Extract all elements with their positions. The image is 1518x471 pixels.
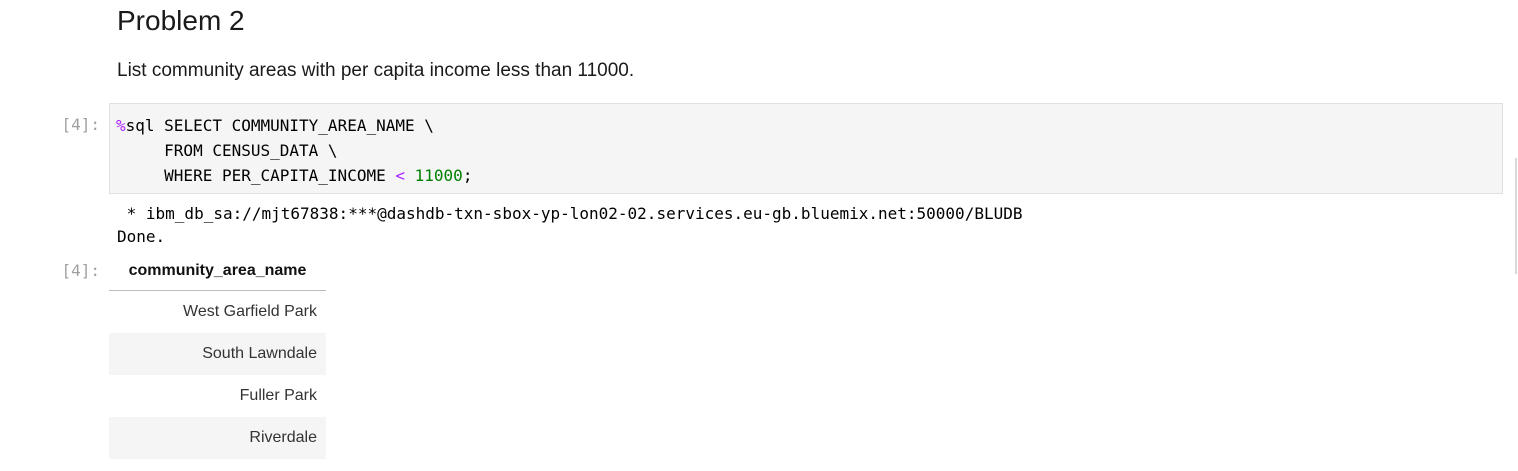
scrollbar[interactable] — [1515, 158, 1517, 274]
code-line-3-suffix: ; — [462, 166, 473, 185]
code-operator: < — [395, 166, 405, 185]
code-number: 11000 — [414, 166, 463, 185]
code-line-1: sql SELECT COMMUNITY_AREA_NAME \ — [125, 116, 434, 135]
table-header-row: community_area_name — [109, 252, 326, 291]
magic-percent: % — [116, 116, 126, 135]
connection-string: * ibm_db_sa://mjt67838:***@dashdb-txn-sb… — [117, 204, 1023, 223]
done-status: Done. — [117, 227, 166, 246]
code-cell-editor[interactable]: %sql SELECT COMMUNITY_AREA_NAME \ FROM C… — [109, 103, 1503, 194]
table-row: Fuller Park — [109, 375, 326, 417]
result-table: community_area_name West Garfield Park S… — [109, 252, 326, 459]
table-cell: Riverdale — [109, 417, 326, 459]
code-line-2: FROM CENSUS_DATA \ — [116, 141, 338, 160]
table-cell: South Lawndale — [109, 333, 326, 375]
table-cell: Fuller Park — [239, 387, 317, 404]
input-prompt: [4]: — [61, 115, 100, 134]
column-header-community-area-name: community_area_name — [109, 252, 326, 291]
markdown-heading: Problem 2 — [117, 5, 245, 36]
markdown-paragraph: List community areas with per capita inc… — [117, 60, 635, 81]
table-cell: West Garfield Park — [183, 303, 317, 320]
table-row: South Lawndale — [109, 333, 326, 375]
output-prompt: [4]: — [61, 261, 100, 280]
code-text[interactable]: %sql SELECT COMMUNITY_AREA_NAME \ FROM C… — [116, 113, 472, 188]
table-row: West Garfield Park — [109, 291, 326, 334]
code-line-3-prefix: WHERE PER_CAPITA_INCOME — [116, 166, 396, 185]
cell-stdout: * ibm_db_sa://mjt67838:***@dashdb-txn-sb… — [117, 202, 1022, 248]
table-row: Riverdale — [109, 417, 326, 459]
